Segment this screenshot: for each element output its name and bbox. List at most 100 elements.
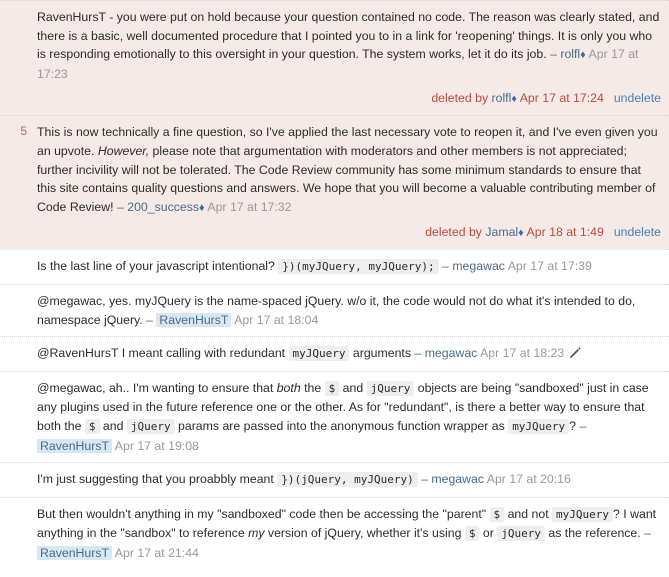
emphasis-text: However,	[97, 143, 150, 158]
comment-body: Is the last line of your javascript inte…	[33, 250, 669, 284]
comment-copy: @megawac, ah.. I'm wanting to ensure tha…	[37, 379, 661, 455]
comment-author-link[interactable]: megawac	[431, 472, 484, 486]
comment-body: @megawac, yes. myJQuery is the name-spac…	[33, 285, 669, 336]
comment-timestamp: Apr 17 at 18:23	[480, 346, 565, 361]
comment-timestamp: Apr 17 at 17:32	[207, 199, 292, 214]
comment-timestamp: Apr 17 at 19:08	[114, 438, 199, 453]
comment-score	[0, 498, 33, 506]
meta-dash: –	[550, 47, 557, 62]
comment-text: the	[300, 380, 325, 395]
inline-code: $	[464, 526, 480, 542]
comment-timestamp: Apr 17 at 17:39	[507, 259, 592, 274]
comment-timestamp: Apr 17 at 18:04	[234, 312, 319, 327]
comment-body: But then wouldn't anything in my "sandbo…	[33, 498, 669, 570]
comment-text: params are passed into the anonymous fun…	[174, 418, 509, 433]
deletion-timestamp: Apr 18 at 1:49	[526, 225, 604, 240]
inline-code: myJQuery	[508, 418, 570, 434]
meta-dash: –	[146, 312, 153, 327]
comment-text: @megawac, ah.. I'm wanting to ensure tha…	[37, 380, 277, 395]
comment-text: But then wouldn't anything in my "sandbo…	[37, 506, 490, 521]
comment: @RavenHursT I meant calling with redunda…	[0, 336, 669, 371]
comment-score	[0, 372, 33, 380]
meta-dash: –	[579, 418, 587, 433]
inline-code: $	[489, 506, 505, 522]
inline-code: $	[324, 380, 340, 396]
comment-score	[0, 1, 33, 9]
deleted-by-label: deleted by	[431, 91, 489, 106]
comments-list: RavenHursT - you were put on hold becaus…	[0, 0, 669, 570]
comment-text: and	[99, 418, 127, 433]
comment-author-link[interactable]: megawac	[425, 346, 478, 360]
comment-body: I'm just suggesting that you proabbly me…	[33, 463, 669, 497]
comment: @megawac, yes. myJQuery is the name-spac…	[0, 283, 669, 337]
deleted-by-label: deleted by	[425, 225, 482, 240]
inline-code: })(myJQuery, myJQuery);	[278, 259, 439, 275]
comment-row: I'm just suggesting that you proabbly me…	[0, 463, 669, 497]
moderator-diamond-icon: ♦	[511, 93, 517, 106]
deleted-comment: RavenHursT - you were put on hold becaus…	[0, 0, 669, 116]
comment-copy: But then wouldn't anything in my "sandbo…	[37, 505, 661, 563]
moderator-diamond-icon: ♦	[580, 49, 586, 62]
comment-body: RavenHursT - you were put on hold becaus…	[33, 1, 669, 90]
comment-text: I'm just suggesting that you proabbly me…	[37, 472, 278, 487]
comment-row: @RavenHursT I meant calling with redunda…	[0, 337, 669, 371]
inline-code: jQuery	[126, 418, 175, 434]
comment-author-link[interactable]: megawac	[452, 259, 505, 273]
meta-dash: –	[421, 472, 428, 487]
comment-score	[0, 463, 33, 471]
inline-code: myJQuery	[288, 346, 350, 362]
inline-code: })(jQuery, myJQuery)	[277, 472, 418, 488]
inline-code: jQuery	[497, 526, 545, 542]
comment-author-link[interactable]: rolfl	[560, 47, 580, 61]
comment-score	[0, 250, 33, 258]
comment-text: ?	[569, 418, 580, 433]
comment-row: @megawac, ah.. I'm wanting to ensure tha…	[0, 372, 669, 462]
comment: I'm just suggesting that you proabbly me…	[0, 462, 669, 497]
comment-row: 5 This is now technically a fine question…	[0, 116, 669, 224]
undelete-link[interactable]: undelete	[614, 91, 661, 105]
deleting-user-link[interactable]: Jamal	[485, 225, 518, 239]
comment-body: @megawac, ah.. I'm wanting to ensure tha…	[33, 372, 669, 462]
comment-score	[0, 285, 33, 293]
undelete-link[interactable]: undelete	[614, 225, 661, 239]
inline-code: jQuery	[366, 380, 415, 396]
meta-dash: –	[442, 259, 449, 274]
comment-text: arguments	[349, 346, 415, 361]
emphasis-text: both	[276, 380, 301, 395]
comment-text: and	[339, 380, 367, 395]
deleted-comment: 5 This is now technically a fine question…	[0, 115, 669, 250]
comment-body: This is now technically a fine question,…	[33, 116, 669, 224]
comment-text: and not	[504, 506, 553, 521]
deleting-user-link[interactable]: rolfl	[492, 91, 512, 105]
moderator-diamond-icon: ♦	[518, 227, 524, 240]
comment-copy: @RavenHursT I meant calling with redunda…	[37, 344, 661, 364]
comment: Is the last line of your javascript inte…	[0, 249, 669, 284]
comment-body: @RavenHursT I meant calling with redunda…	[33, 337, 669, 371]
comment-copy: Is the last line of your javascript inte…	[37, 257, 661, 277]
comment-text: or	[479, 526, 498, 541]
pencil-icon[interactable]	[569, 347, 581, 359]
moderator-diamond-icon: ♦	[199, 201, 205, 214]
comment-author-link[interactable]: 200_success	[127, 200, 199, 214]
comment-copy: @megawac, yes. myJQuery is the name-spac…	[37, 292, 661, 329]
comment-text: @megawac, yes. myJQuery is the name-spac…	[37, 293, 636, 327]
comment-author-link[interactable]: RavenHursT	[37, 438, 113, 453]
comment-timestamp: Apr 17 at 21:44	[114, 545, 199, 560]
deletion-timestamp: Apr 17 at 17:24	[519, 91, 604, 106]
emphasis-text: my	[248, 526, 265, 541]
comment: @megawac, ah.. I'm wanting to ensure tha…	[0, 370, 669, 463]
comment-row: @megawac, yes. myJQuery is the name-spac…	[0, 285, 669, 336]
comment: But then wouldn't anything in my "sandbo…	[0, 496, 669, 570]
comment-copy: This is now technically a fine question,…	[37, 123, 661, 217]
comment-score	[0, 337, 33, 345]
comment-author-link[interactable]: RavenHursT	[156, 312, 232, 327]
inline-code: myJQuery	[552, 506, 614, 522]
comment-row: But then wouldn't anything in my "sandbo…	[0, 498, 669, 570]
deletion-notice: deleted by rolfl♦ Apr 17 at 17:24 undelet…	[0, 90, 669, 115]
comment-text: Is the last line of your javascript inte…	[37, 259, 279, 274]
meta-dash: –	[116, 199, 124, 214]
comment-copy: I'm just suggesting that you proabbly me…	[37, 470, 661, 490]
comment-author-link[interactable]: RavenHursT	[37, 545, 113, 560]
comment-text: @RavenHursT I meant calling with redunda…	[37, 346, 289, 361]
comment-row: RavenHursT - you were put on hold becaus…	[0, 1, 669, 90]
